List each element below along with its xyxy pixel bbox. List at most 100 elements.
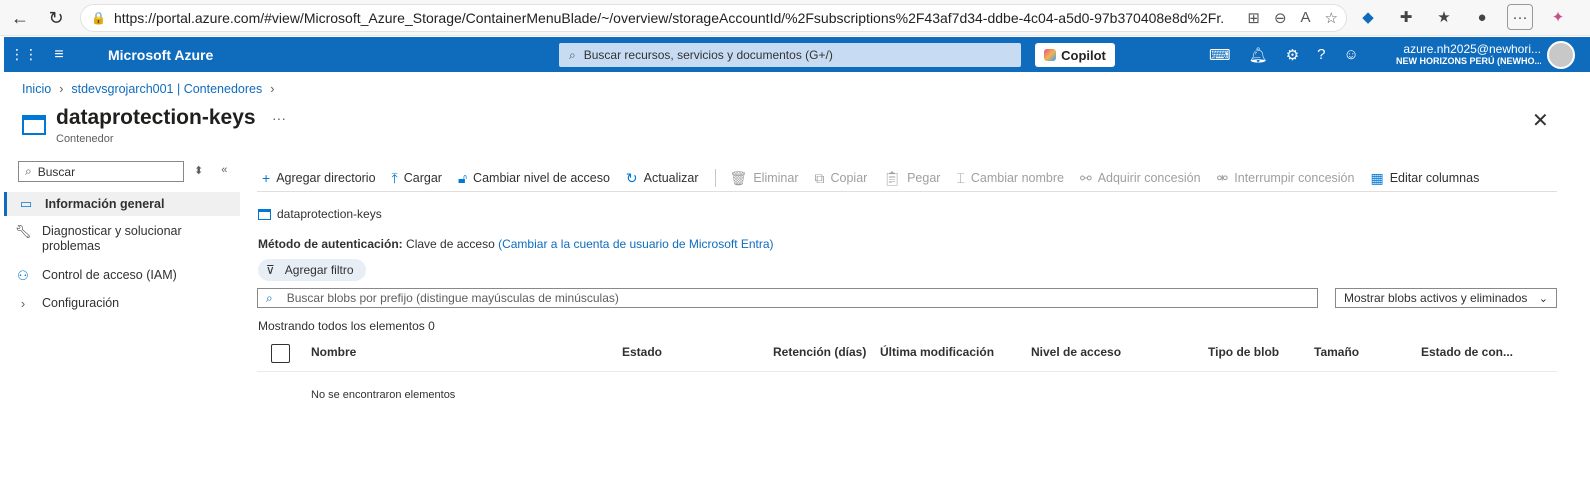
apps-icon[interactable]: ⊞ — [1247, 9, 1260, 27]
sidebar-item-diagnose[interactable]: 🔧︎ Diagnosticar y solucionar problemas — [4, 224, 240, 256]
avatar[interactable] — [1547, 41, 1575, 69]
help-icon[interactable]: ? — [1317, 46, 1325, 63]
column-header-blob-type[interactable]: Tipo de blob — [1208, 345, 1279, 359]
copy-label: Copiar — [830, 171, 868, 185]
columns-icon: ▦ — [1370, 169, 1384, 186]
sidebar-item-label: Información general — [45, 197, 165, 211]
delete-label: Eliminar — [753, 171, 799, 185]
waffle-icon[interactable]: ⋮⋮ — [4, 46, 44, 63]
upload-icon: ⤒ — [391, 169, 398, 186]
menu-search-placeholder: Buscar — [37, 164, 76, 179]
blob-view-value: Mostrar blobs activos y eliminados — [1344, 291, 1528, 305]
chevron-right-icon: › — [59, 82, 64, 96]
column-header-modified[interactable]: Última modificación — [880, 345, 994, 359]
copy-icon: ⧉ — [814, 169, 825, 186]
cloud-shell-icon[interactable]: ⌨ — [1209, 46, 1231, 64]
sidebar-item-iam[interactable]: ⚇ Control de acceso (IAM) — [4, 268, 240, 288]
settings-gear-icon[interactable]: ⚙ — [1286, 46, 1299, 64]
copilot-browser-icon[interactable]: ✦ — [1545, 4, 1571, 30]
page-title: dataprotection-keys — [56, 106, 256, 129]
expand-collapse-icon[interactable]: ⬍ — [194, 164, 203, 177]
add-directory-button[interactable]: + Agregar directorio — [262, 170, 376, 186]
rename-button[interactable]: ⌶ Cambiar nombre — [956, 170, 1064, 187]
wrench-icon: 🔧︎ — [14, 224, 32, 239]
more-menu-icon[interactable]: ··· — [1507, 4, 1533, 30]
breadcrumb: Inicio › stdevsgrojarch001 | Contenedore… — [22, 82, 274, 96]
column-header-name[interactable]: Nombre — [311, 345, 356, 359]
auth-method-label: Método de autenticación: — [258, 237, 403, 251]
account-info[interactable]: azure.nh2025@newhori... NEW HORIZONS PER… — [1396, 43, 1541, 67]
sidebar-item-label: Control de acceso (IAM) — [42, 268, 177, 282]
reload-icon[interactable]: ↻ — [42, 4, 70, 32]
profile-icon[interactable]: ● — [1469, 4, 1495, 30]
edit-columns-button[interactable]: ▦ Editar columnas — [1370, 170, 1479, 187]
collapse-menu-icon[interactable]: « — [221, 164, 227, 177]
add-filter-button[interactable]: ⊽ Agregar filtro — [258, 259, 366, 281]
shield-extension-icon[interactable]: ◆ — [1355, 4, 1381, 30]
divider — [257, 191, 1557, 192]
edit-columns-label: Editar columnas — [1389, 171, 1480, 185]
rename-icon: ⌶ — [956, 169, 965, 186]
lock-icon: 🔒 — [91, 11, 106, 25]
back-icon[interactable]: ← — [6, 4, 34, 32]
extensions-puzzle-icon[interactable]: ✚ — [1393, 4, 1419, 30]
column-header-lease-state[interactable]: Estado de con... — [1421, 345, 1513, 359]
zoom-icon[interactable]: ⊖ — [1274, 9, 1287, 27]
auth-method-value: Clave de acceso — [406, 237, 495, 251]
chevron-right-icon: › — [270, 82, 275, 96]
upload-label: Cargar — [403, 171, 442, 185]
container-icon — [258, 208, 271, 220]
column-header-status[interactable]: Estado — [622, 345, 662, 359]
column-header-size[interactable]: Tamaño — [1314, 345, 1359, 359]
azure-header: ⋮⋮ ≡ Microsoft Azure ⌕ Buscar recursos, … — [4, 37, 1590, 72]
copilot-label: Copilot — [1061, 47, 1106, 63]
blob-search-input[interactable]: ⌕ Buscar blobs por prefijo (distingue ma… — [257, 288, 1318, 308]
upload-button[interactable]: ⤒ Cargar — [392, 170, 442, 187]
copilot-button[interactable]: Copilot — [1035, 43, 1115, 67]
breadcrumb-containers[interactable]: stdevsgrojarch001 | Contenedores — [71, 82, 262, 96]
plus-icon: + — [262, 170, 271, 186]
address-bar[interactable]: 🔒 https://portal.azure.com/#view/Microso… — [80, 4, 1347, 32]
azure-brand[interactable]: Microsoft Azure — [108, 47, 213, 63]
switch-auth-link[interactable]: (Cambiar a la cuenta de usuario de Micro… — [498, 237, 773, 251]
sidebar-item-label: Diagnosticar y solucionar problemas — [42, 224, 182, 253]
delete-button[interactable]: 🗑︎ Eliminar — [730, 170, 799, 187]
copy-button[interactable]: ⧉ Copiar — [814, 170, 867, 187]
break-lease-button[interactable]: ⚮ Interrumpir concesión — [1217, 170, 1355, 187]
blob-view-dropdown[interactable]: Mostrar blobs activos y eliminados ⌄ — [1335, 288, 1557, 308]
acquire-lease-button[interactable]: ⚯ Adquirir concesión — [1080, 170, 1201, 187]
change-access-level-button[interactable]: 🔓︎ Cambiar nivel de acceso — [458, 170, 610, 187]
item-count-text: Mostrando todos los elementos 0 — [258, 319, 435, 333]
page-subtitle: Contenedor — [56, 133, 114, 145]
sidebar-item-overview[interactable]: ▭ Información general — [4, 192, 240, 216]
portal-menu-icon[interactable]: ≡ — [44, 46, 74, 64]
read-aloud-icon[interactable]: A — [1301, 9, 1311, 27]
refresh-button[interactable]: ↻ Actualizar — [626, 170, 699, 187]
close-icon[interactable]: ✕ — [1532, 108, 1549, 133]
select-all-checkbox[interactable] — [271, 344, 290, 363]
break-lease-label: Interrumpir concesión — [1234, 171, 1355, 185]
global-search-input[interactable]: ⌕ Buscar recursos, servicios y documento… — [559, 43, 1021, 67]
container-path-label[interactable]: dataprotection-keys — [277, 207, 382, 221]
paste-button[interactable]: 📋︎ Pegar — [883, 170, 940, 187]
more-options-icon[interactable]: ··· — [272, 110, 286, 126]
chevron-down-icon: ⌄ — [1538, 292, 1548, 305]
add-filter-label: Agregar filtro — [284, 263, 354, 277]
feedback-icon[interactable]: ☺ — [1344, 46, 1359, 63]
menu-search-input[interactable]: ⌕ Buscar — [18, 161, 184, 182]
favorites-icon[interactable]: ★ — [1431, 4, 1457, 30]
search-icon: ⌕ — [25, 164, 32, 178]
toolbar-divider — [714, 169, 716, 187]
global-search-placeholder: Buscar recursos, servicios y documentos … — [583, 48, 833, 62]
account-email: azure.nh2025@newhori... — [1403, 43, 1541, 55]
column-header-access-tier[interactable]: Nivel de acceso — [1031, 345, 1121, 359]
breadcrumb-home[interactable]: Inicio — [22, 82, 51, 96]
sidebar-item-configuration[interactable]: › Configuración — [4, 296, 240, 316]
sidebar-item-label: Configuración — [42, 296, 120, 310]
favorite-star-icon[interactable]: ☆ — [1325, 9, 1338, 27]
column-header-retention[interactable]: Retención (días) — [773, 345, 866, 359]
url-text[interactable]: https://portal.azure.com/#view/Microsoft… — [114, 10, 1224, 26]
notifications-icon[interactable]: 🔔︎ — [1249, 46, 1268, 64]
browser-toolbar: ← ↻ 🔒 https://portal.azure.com/#view/Mic… — [0, 0, 1590, 36]
lock-icon: 🔓︎ — [457, 169, 468, 186]
